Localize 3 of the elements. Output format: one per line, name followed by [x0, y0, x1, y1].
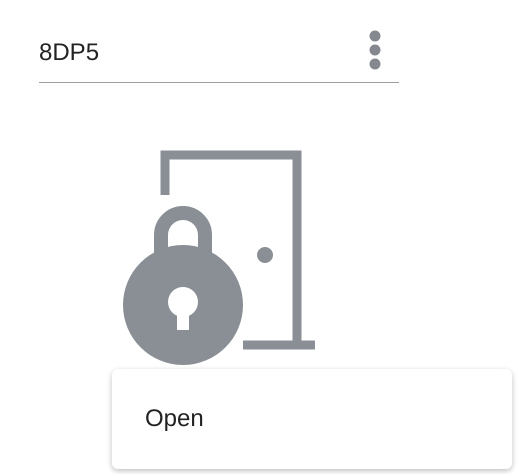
more-menu-icon[interactable]: [369, 30, 381, 70]
title: 8DP5: [39, 39, 100, 67]
menu-item[interactable]: Open: [112, 377, 512, 461]
